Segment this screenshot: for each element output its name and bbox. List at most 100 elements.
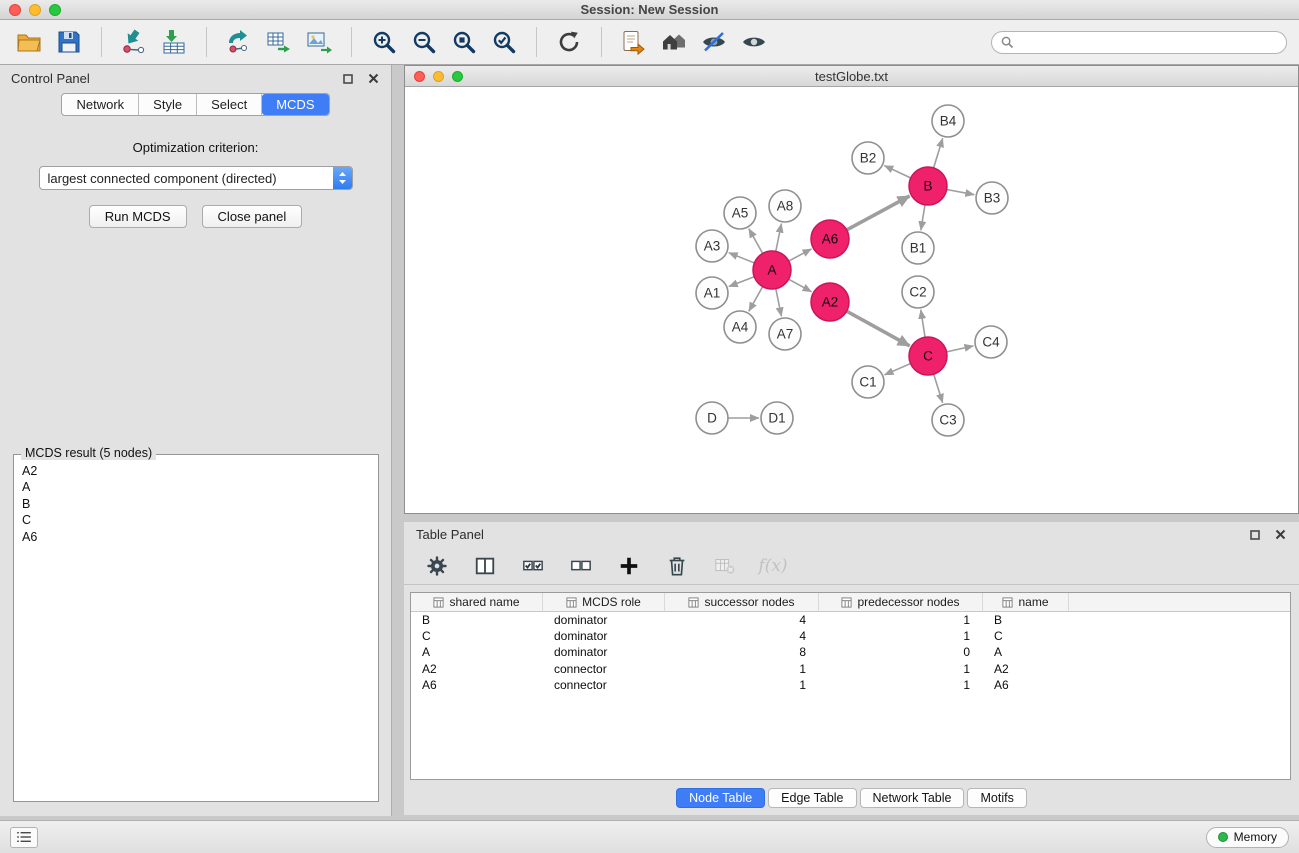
tab-style[interactable]: Style [139, 94, 197, 115]
table-row[interactable]: Bdominator41B [411, 612, 1290, 628]
graph-edge-B-B1[interactable] [921, 205, 925, 230]
graph-node-B2[interactable]: B2 [852, 142, 884, 174]
graph-edge-A6-B[interactable] [847, 196, 910, 230]
graph-edge-B-B4[interactable] [934, 138, 943, 168]
app-minimize-button[interactable] [29, 4, 41, 16]
graph-edge-A-A3[interactable] [729, 253, 755, 263]
app-zoom-button[interactable] [49, 4, 61, 16]
import-table-button[interactable] [157, 25, 191, 59]
graph-node-A7[interactable]: A7 [769, 318, 801, 350]
run-mcds-button[interactable]: Run MCDS [89, 205, 187, 228]
graph-node-A[interactable]: A [753, 251, 791, 289]
graph-node-A1[interactable]: A1 [696, 277, 728, 309]
control-panel-float-button[interactable] [341, 72, 355, 86]
tab-node-table[interactable]: Node Table [676, 788, 765, 808]
refresh-button[interactable] [552, 25, 586, 59]
delete-row-button[interactable] [664, 553, 690, 579]
zoom-fit-button[interactable] [447, 25, 481, 59]
graph-node-D[interactable]: D [696, 402, 728, 434]
column-header-successor-nodes[interactable]: successor nodes [665, 593, 819, 612]
home-button[interactable] [657, 25, 691, 59]
graph-edge-B-B2[interactable] [884, 166, 910, 178]
graph-edge-A-A8[interactable] [776, 224, 782, 252]
show-graphics-button[interactable] [737, 25, 771, 59]
graph-node-B3[interactable]: B3 [976, 182, 1008, 214]
tab-mcds[interactable]: MCDS [262, 94, 328, 115]
graph-edge-A-A2[interactable] [789, 279, 812, 292]
tab-edge-table[interactable]: Edge Table [768, 788, 856, 808]
graph-node-A5[interactable]: A5 [724, 197, 756, 229]
graph-node-C[interactable]: C [909, 337, 947, 375]
tab-network-table[interactable]: Network Table [860, 788, 965, 808]
graph-node-A2[interactable]: A2 [811, 283, 849, 321]
first-neighbors-button[interactable] [617, 25, 651, 59]
zoom-in-button[interactable] [367, 25, 401, 59]
table-row[interactable]: Adominator80A [411, 644, 1290, 660]
graph-node-A4[interactable]: A4 [724, 311, 756, 343]
graph-node-C1[interactable]: C1 [852, 366, 884, 398]
table-row[interactable]: Cdominator41C [411, 628, 1290, 644]
tab-select[interactable]: Select [197, 94, 262, 115]
graph-edge-B-B3[interactable] [947, 190, 975, 195]
tab-motifs[interactable]: Motifs [967, 788, 1026, 808]
add-column-button[interactable] [616, 553, 642, 579]
optimization-criterion-select[interactable]: largest connected component (directed) [39, 166, 353, 190]
function-builder-button[interactable]: f(x) [760, 553, 786, 579]
save-session-button[interactable] [52, 25, 86, 59]
column-header-predecessor-nodes[interactable]: predecessor nodes [819, 593, 983, 612]
graph-node-C4[interactable]: C4 [975, 326, 1007, 358]
zoom-selected-button[interactable] [487, 25, 521, 59]
export-table-button[interactable] [262, 25, 296, 59]
tab-network[interactable]: Network [62, 94, 139, 115]
graph-edge-C-C1[interactable] [885, 364, 911, 375]
graph-edge-A-A6[interactable] [789, 249, 812, 261]
result-item[interactable]: A6 [18, 529, 374, 545]
graph-edge-A2-C[interactable] [847, 311, 910, 346]
select-all-button[interactable] [520, 553, 546, 579]
column-header-shared-name[interactable]: shared name [411, 593, 543, 612]
network-canvas[interactable]: AA1A2A3A4A5A6A7A8BB1B2B3B4CC1C2C3C4DD1 [405, 87, 1298, 513]
table-settings-button[interactable] [424, 553, 450, 579]
app-close-button[interactable] [9, 4, 21, 16]
network-minimize-button[interactable] [433, 71, 444, 82]
result-item[interactable]: B [18, 496, 374, 512]
graph-node-A3[interactable]: A3 [696, 230, 728, 262]
graph-node-C2[interactable]: C2 [902, 276, 934, 308]
table-row[interactable]: A6connector11A6 [411, 677, 1290, 693]
task-history-button[interactable] [10, 827, 38, 848]
export-network-button[interactable] [222, 25, 256, 59]
column-header-name[interactable]: name [983, 593, 1069, 612]
graph-edge-C-C2[interactable] [921, 310, 925, 337]
memory-button[interactable]: Memory [1206, 827, 1289, 848]
graph-edge-A-A1[interactable] [729, 277, 754, 287]
table-panel-close-button[interactable] [1273, 528, 1287, 542]
column-header-mcds-role[interactable]: MCDS role [543, 593, 665, 612]
delete-column-button[interactable] [712, 553, 738, 579]
import-network-button[interactable] [117, 25, 151, 59]
table-row[interactable]: A2connector11A2 [411, 661, 1290, 677]
hide-graphics-button[interactable] [697, 25, 731, 59]
graph-node-C3[interactable]: C3 [932, 404, 964, 436]
graph-node-B4[interactable]: B4 [932, 105, 964, 137]
graph-node-A8[interactable]: A8 [769, 190, 801, 222]
network-close-button[interactable] [414, 71, 425, 82]
result-item[interactable]: A2 [18, 463, 374, 479]
control-panel-close-button[interactable] [366, 72, 380, 86]
result-item[interactable]: C [18, 512, 374, 528]
mcds-result-list[interactable]: A2ABCA6 [18, 463, 374, 797]
export-image-button[interactable] [302, 25, 336, 59]
graph-edge-C-C4[interactable] [947, 346, 974, 352]
graph-edge-C-C3[interactable] [934, 374, 943, 403]
graph-node-A6[interactable]: A6 [811, 220, 849, 258]
show-columns-button[interactable] [472, 553, 498, 579]
open-session-button[interactable] [12, 25, 46, 59]
deselect-all-button[interactable] [568, 553, 594, 579]
network-zoom-button[interactable] [452, 71, 463, 82]
zoom-out-button[interactable] [407, 25, 441, 59]
graph-node-D1[interactable]: D1 [761, 402, 793, 434]
result-item[interactable]: A [18, 479, 374, 495]
close-panel-button[interactable]: Close panel [202, 205, 303, 228]
graph-node-B1[interactable]: B1 [902, 232, 934, 264]
search-input[interactable] [1020, 35, 1277, 49]
graph-edge-A-A5[interactable] [749, 229, 763, 254]
